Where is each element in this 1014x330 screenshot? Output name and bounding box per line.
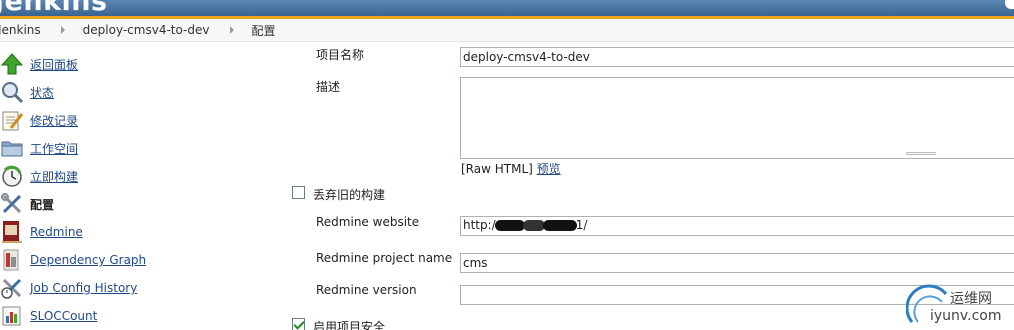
sidebar-item-configure[interactable]: 配置 [0, 192, 54, 216]
sidebar-item-status[interactable]: 状态 [0, 80, 54, 104]
breadcrumb-job[interactable]: deploy-cmsv4-to-dev [83, 23, 210, 37]
resize-grip-icon[interactable] [906, 152, 936, 155]
enable-security-checkbox[interactable] [292, 318, 305, 330]
redacted-mark [494, 220, 525, 231]
redmine-project-input[interactable] [460, 253, 1014, 273]
chevron-right-icon [60, 26, 65, 34]
sidebar-item-dependency-graph[interactable]: Dependency Graph [0, 248, 146, 272]
project-name-label: 项目名称 [316, 48, 365, 62]
breadcrumb: Jenkins deploy-cmsv4-to-dev 配置 [0, 19, 1014, 42]
watermark-url: iyunv.com [930, 308, 1002, 324]
sidebar-item-build-now[interactable]: 立即构建 [0, 164, 78, 188]
notepad-icon [2, 111, 24, 131]
sidebar-item-label[interactable]: 状态 [30, 84, 54, 101]
header-corner [1005, 0, 1014, 9]
sidebar-item-workspace[interactable]: 工作空间 [0, 136, 78, 160]
sidebar-item-label[interactable]: SLOCCount [30, 309, 97, 323]
discard-old-builds-label: 丢弃旧的构建 [313, 188, 386, 202]
raw-html-hint: [Raw HTML] 预览 [461, 160, 561, 177]
tools-icon [1, 193, 22, 214]
sidebar-item-sloccount[interactable]: SLOCCount [0, 304, 97, 328]
jenkins-logo[interactable]: Jenkins [0, 0, 108, 16]
folder-icon [1, 141, 23, 157]
redmine-project-label: Redmine project name [316, 251, 453, 265]
breadcrumb-jenkins[interactable]: Jenkins [0, 23, 41, 37]
sidebar-item-label[interactable]: 工作空间 [30, 140, 78, 157]
redmine-website-input[interactable]: http:/ 1/ [460, 216, 1014, 236]
discard-old-builds-checkbox[interactable] [292, 186, 305, 199]
redacted-mark [522, 220, 545, 231]
top-header: Jenkins [0, 0, 1014, 16]
sidebar-item-job-config-history[interactable]: Job Config History [0, 276, 137, 300]
redmine-website-label: Redmine website [316, 215, 420, 229]
chevron-right-icon [229, 26, 234, 34]
project-name-input[interactable] [460, 47, 1014, 67]
config-history-icon [1, 278, 22, 299]
enable-security-label: 启用项目安全 [313, 320, 386, 330]
up-arrow-icon [0, 53, 24, 75]
redmine-version-label: Redmine version [316, 283, 417, 297]
sidebar-item-label[interactable]: 立即构建 [30, 168, 78, 185]
sidebar-item-changes[interactable]: 修改记录 [0, 108, 78, 132]
sidebar-item-label[interactable]: 配置 [30, 196, 54, 213]
preview-link[interactable]: 预览 [537, 162, 561, 176]
build-clock-icon [2, 165, 22, 187]
magnifier-icon [2, 82, 24, 104]
description-label: 描述 [316, 80, 341, 94]
breadcrumb-configure[interactable]: 配置 [252, 22, 276, 39]
sidebar-item-redmine[interactable]: Redmine [0, 220, 83, 244]
sidebar-item-label[interactable]: Job Config History [30, 281, 137, 295]
redmine-website-suffix: 1/ [575, 218, 588, 232]
sidebar-item-label[interactable]: 修改记录 [30, 112, 78, 129]
sidebar-item-back-to-dashboard[interactable]: 返回面板 [0, 52, 78, 76]
sidebar-item-label[interactable]: Dependency Graph [30, 253, 146, 267]
sloccount-icon [2, 306, 21, 326]
sidebar-item-label[interactable]: Redmine [30, 225, 83, 239]
description-textarea[interactable] [460, 77, 1014, 159]
dependency-graph-icon [3, 249, 19, 271]
redmine-icon [2, 221, 22, 243]
redacted-mark [542, 220, 577, 231]
raw-html-text: [Raw HTML] [461, 162, 533, 176]
redmine-website-prefix: http:/ [463, 218, 496, 232]
sidebar-item-label[interactable]: 返回面板 [30, 56, 78, 73]
watermark-text: 运维网 [950, 291, 992, 307]
